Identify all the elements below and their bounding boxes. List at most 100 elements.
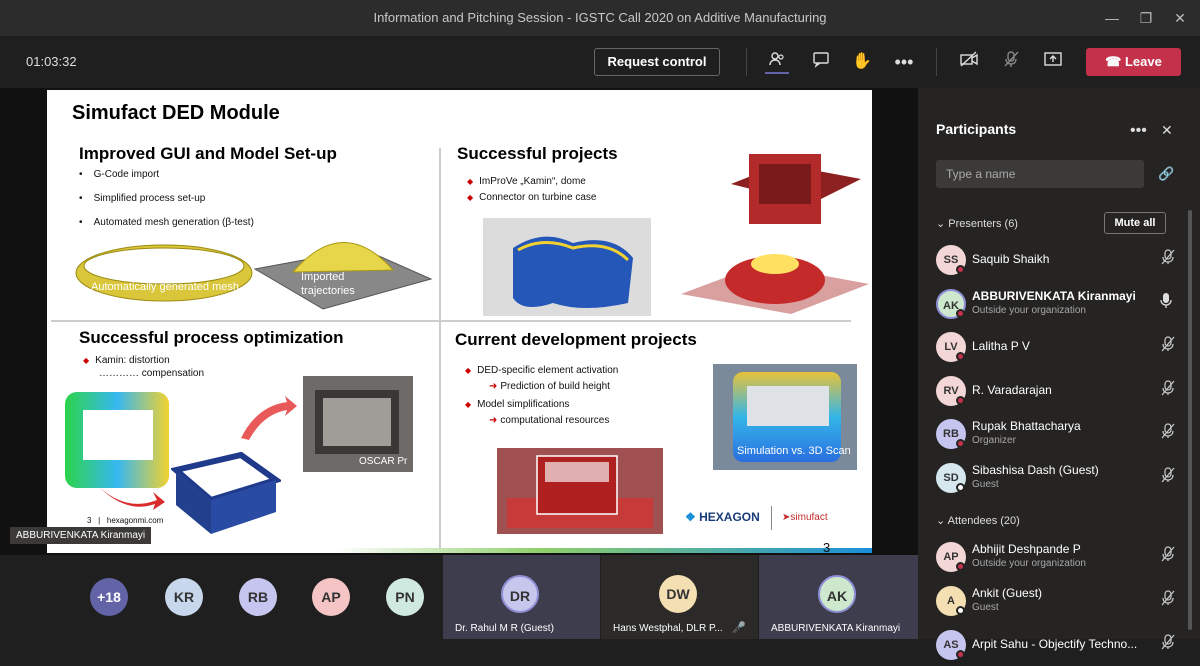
avatar: AK — [818, 575, 856, 613]
avatar[interactable]: RB — [239, 578, 277, 616]
dome-caption-1: Imported — [301, 271, 345, 283]
participant-name: Lalitha P V — [972, 339, 1030, 353]
participant-row[interactable]: SS Saquib Shaikh — [936, 241, 1186, 281]
participant-row[interactable]: AK ABBURIVENKATA Kiranmayi Outside your or… — [936, 285, 1186, 325]
avatar[interactable]: KR — [165, 578, 203, 616]
q4-sub: ➜ Prediction of build height — [489, 381, 610, 392]
video-strip: +18 KR RB AP PN DR Dr. Rahul M R (Guest) DW … — [0, 555, 918, 639]
participant-name: R. Varadarajan — [972, 382, 1052, 397]
presence-status-icon — [956, 650, 965, 659]
share-screen-icon[interactable] — [1041, 50, 1065, 74]
mic-off-icon[interactable] — [1160, 249, 1176, 268]
mute-all-button[interactable]: Mute all — [1104, 212, 1166, 234]
slide-divider — [51, 320, 851, 322]
leave-button[interactable]: ☎ Leave — [1086, 48, 1181, 76]
distortion-heatmap-image — [65, 392, 169, 488]
participant-name: Saquib Shaikh — [972, 252, 1050, 266]
avatar: DR — [501, 575, 539, 613]
participant-role: Outside your organization — [972, 558, 1086, 569]
close-panel-icon[interactable]: ✕ — [1161, 122, 1173, 139]
q4-item: ◆ Model simplifications — [465, 399, 570, 410]
participant-row[interactable]: AS Arpit Sahu - Objectify Techno... — [936, 626, 1186, 666]
q4-heading: Current development projects — [455, 330, 697, 349]
participant-role: Outside your organization — [972, 304, 1086, 316]
participant-row[interactable]: RB Rupak Bhattacharya Organizer — [936, 415, 1186, 455]
blue-box-image — [171, 451, 281, 534]
participant-name: Rupak Bhattacharya — [972, 419, 1081, 433]
participants-panel: Participants ••• ✕ Type a name 🔗 ⌄ Prese… — [918, 88, 1200, 660]
more-options-icon[interactable]: ••• — [1130, 122, 1147, 140]
tile-name: Dr. Rahul M R (Guest) — [455, 623, 554, 634]
hexagon-logo: ❖ HEXAGON — [685, 510, 760, 524]
slide-footer: 3 | hexagonmi.com — [87, 516, 164, 525]
presence-status-icon — [956, 562, 965, 571]
separator — [746, 48, 747, 76]
mic-on-icon[interactable] — [1160, 292, 1172, 312]
mesh-caption: Automatically generated mesh — [91, 281, 239, 293]
mic-off-icon[interactable] — [1160, 379, 1176, 399]
mic-off-icon[interactable] — [1160, 590, 1176, 609]
oscar-caption: OSCAR Pr — [359, 456, 408, 467]
participant-row[interactable]: RV R. Varadarajan — [936, 372, 1186, 412]
avatar[interactable]: PN — [386, 578, 424, 616]
red-parts-image — [681, 154, 869, 314]
hexagon-mark-icon: ❖ — [685, 510, 696, 524]
q2-item: ◆ Connector on turbine case — [467, 192, 597, 203]
presence-status-icon — [956, 352, 965, 361]
participant-row[interactable]: LV Lalitha P V — [936, 328, 1186, 368]
participant-name: Abhijit Deshpande P — [972, 542, 1081, 556]
logo-divider — [771, 506, 772, 530]
mic-off-icon[interactable] — [1160, 546, 1176, 565]
curved-arrow-icon — [241, 396, 297, 440]
more-options-icon[interactable]: ••• — [892, 50, 916, 74]
title-bar: Information and Pitching Session - IGSTC… — [0, 0, 1200, 36]
q4-item: ◆ DED-specific element activation — [465, 365, 619, 376]
participant-row[interactable]: A Ankit (Guest) Guest — [936, 582, 1186, 622]
request-control-button[interactable]: Request control — [594, 48, 720, 76]
attendees-section-header[interactable]: ⌄ Attendees (20) — [936, 514, 1020, 527]
mic-off-icon[interactable] — [1160, 466, 1176, 486]
q4-sub: ➜ computational resources — [489, 415, 610, 426]
video-tile[interactable]: AK ABBURIVENKATA Kiranmayi — [759, 555, 918, 639]
video-tile[interactable]: DR Dr. Rahul M R (Guest) — [443, 555, 600, 639]
panel-scrollbar[interactable] — [1188, 210, 1192, 630]
q1-item: • G-Code import — [79, 169, 160, 180]
shared-content-stage: Simufact DED Module Improved GUI and Mod… — [0, 88, 918, 555]
q3-item-2: ………… compensation — [99, 368, 205, 379]
camera-off-icon[interactable] — [957, 50, 981, 74]
mic-off-icon[interactable] — [1160, 423, 1176, 442]
mic-off-icon[interactable] — [999, 50, 1023, 74]
q3-heading: Successful process optimization — [79, 328, 344, 347]
participant-role: Organizer — [972, 435, 1016, 446]
participant-search-input[interactable]: Type a name — [936, 160, 1144, 188]
chat-icon[interactable] — [809, 50, 833, 74]
minimize-icon[interactable]: — — [1102, 8, 1122, 28]
close-icon[interactable]: ✕ — [1170, 8, 1190, 28]
raise-hand-icon[interactable]: ✋ — [850, 50, 874, 74]
q1-item: • Automated mesh generation (β-test) — [79, 217, 254, 228]
presence-status-icon — [956, 395, 965, 405]
mic-off-icon[interactable] — [1160, 336, 1176, 355]
red-arrow-icon — [99, 487, 165, 510]
maximize-icon[interactable]: ❐ — [1136, 8, 1156, 28]
participants-icon[interactable] — [765, 50, 789, 74]
presenters-section-header[interactable]: ⌄ Presenters (6) — [936, 217, 1018, 230]
participant-row[interactable]: AP Abhijit Deshpande P Outside your organi… — [936, 538, 1186, 578]
overflow-count-avatar[interactable]: +18 — [90, 578, 128, 616]
q3-item: ◆ Kamin: distortion — [83, 355, 170, 366]
avatar[interactable]: AP — [312, 578, 350, 616]
share-invite-icon[interactable]: 🔗 — [1158, 166, 1174, 182]
separator — [936, 48, 937, 76]
presenter-name-tag: ABBURIVENKATA Kiranmayi — [10, 527, 152, 544]
mic-off-icon[interactable] — [1160, 634, 1176, 653]
q1-heading: Improved GUI and Model Set-up — [79, 144, 337, 163]
presentation-slide: Simufact DED Module Improved GUI and Mod… — [47, 90, 872, 553]
presence-status-icon — [956, 308, 965, 318]
participant-row[interactable]: SD Sibashisa Dash (Guest) Guest — [936, 459, 1186, 499]
meeting-timer: 01:03:32 — [26, 54, 77, 69]
simufact-logo: ➤simufact — [782, 512, 828, 523]
kamin-sim-image — [483, 218, 651, 316]
video-tile[interactable]: DW Hans Westphal, DLR P... 🎤 — [601, 555, 758, 639]
phone-icon: ☎ — [1105, 54, 1125, 69]
avatar: DW — [659, 575, 697, 613]
